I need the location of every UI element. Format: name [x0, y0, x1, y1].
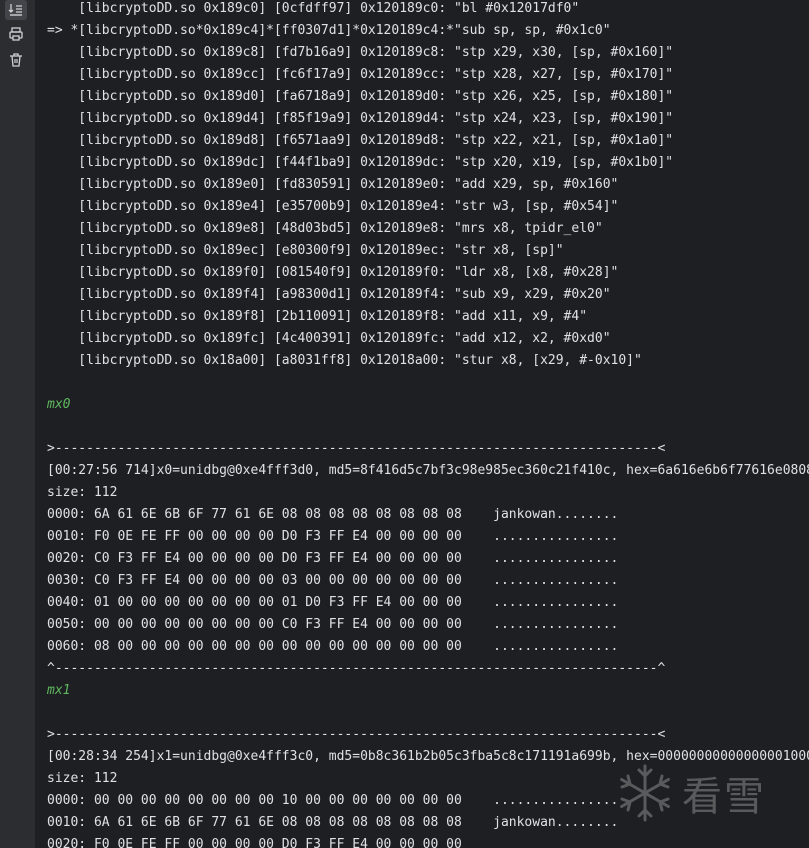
console-line: => *[libcryptoDD.so*0x189c4]*[ff0307d1]*… [47, 23, 611, 38]
console-line: [libcryptoDD.so 0x189c0] [0cfdff97] 0x12… [47, 1, 580, 16]
console-line: [00:27:56 714]x0=unidbg@0xe4fff3d0, md5=… [47, 463, 809, 478]
watermark: 看雪 [614, 760, 804, 826]
console-line: size: 112 [47, 771, 118, 786]
console-line: [libcryptoDD.so 0x189fc] [4c400391] 0x12… [47, 331, 611, 346]
console-output[interactable]: [libcryptoDD.so 0x189c0] [0cfdff97] 0x12… [36, 0, 809, 848]
console-line: [libcryptoDD.so 0x189f0] [081540f9] 0x12… [47, 265, 619, 280]
console-line: [libcryptoDD.so 0x189d4] [f85f19a9] 0x12… [47, 111, 674, 126]
console-line: [libcryptoDD.so 0x189ec] [e80300f9] 0x12… [47, 243, 564, 258]
console-line: 0000: 6A 61 6E 6B 6F 77 61 6E 08 08 08 0… [47, 507, 619, 522]
console-line: 0030: C0 F3 FF E4 00 00 00 00 03 00 00 0… [47, 573, 619, 588]
console-line: 0040: 01 00 00 00 00 00 00 00 01 D0 F3 F… [47, 595, 619, 610]
console-line: [libcryptoDD.so 0x18a00] [a8031ff8] 0x12… [47, 353, 642, 368]
console-line: [libcryptoDD.so 0x189e0] [fd830591] 0x12… [47, 177, 619, 192]
console-line: >---------------------------------------… [47, 441, 666, 456]
console-line: [libcryptoDD.so 0x189f8] [2b110091] 0x12… [47, 309, 588, 324]
trash-icon [10, 53, 22, 67]
clear-all-button[interactable] [5, 50, 27, 70]
console-line: >---------------------------------------… [47, 727, 666, 742]
console-line: [libcryptoDD.so 0x189d0] [fa6718a9] 0x12… [47, 89, 674, 104]
console-line: [libcryptoDD.so 0x189cc] [fc6f17a9] 0x12… [47, 67, 674, 82]
console-line: 0050: 00 00 00 00 00 00 00 00 C0 F3 FF E… [47, 617, 619, 632]
console-line: 0010: F0 0E FE FF 00 00 00 00 D0 F3 FF E… [47, 529, 619, 544]
scroll-to-end-icon [8, 4, 22, 16]
watermark-text: 看雪 [682, 774, 766, 820]
console-toolbar [0, 0, 36, 848]
console-line: 0020: C0 F3 FF E4 00 00 00 00 D0 F3 FF E… [47, 551, 619, 566]
scroll-to-end-button[interactable] [5, 0, 27, 20]
console-line: size: 112 [47, 485, 118, 500]
console-label-line: mx1 [47, 683, 71, 698]
console-line: 0060: 08 00 00 00 00 00 00 00 00 00 00 0… [47, 639, 619, 654]
console-line: 0020: F0 0E FE FF 00 00 00 00 D0 F3 FF E… [47, 837, 462, 848]
print-button[interactable] [5, 24, 27, 44]
console-line: [libcryptoDD.so 0x189e4] [e35700b9] 0x12… [47, 199, 619, 214]
console-line: 0000: 00 00 00 00 00 00 00 00 10 00 00 0… [47, 793, 619, 808]
console-line: ^---------------------------------------… [47, 661, 666, 676]
console-line: 0010: 6A 61 6E 6B 6F 77 61 6E 08 08 08 0… [47, 815, 619, 830]
console-label-line: mx0 [47, 397, 71, 412]
print-icon [9, 27, 23, 41]
console-line: [libcryptoDD.so 0x189dc] [f44f1ba9] 0x12… [47, 155, 674, 170]
snowflake-logo-icon [620, 764, 670, 822]
console-line: [libcryptoDD.so 0x189e8] [48d03bd5] 0x12… [47, 221, 603, 236]
console-line: [libcryptoDD.so 0x189f4] [a98300d1] 0x12… [47, 287, 611, 302]
console-line: [libcryptoDD.so 0x189c8] [fd7b16a9] 0x12… [47, 45, 674, 60]
console-line: [libcryptoDD.so 0x189d8] [f6571aa9] 0x12… [47, 133, 674, 148]
